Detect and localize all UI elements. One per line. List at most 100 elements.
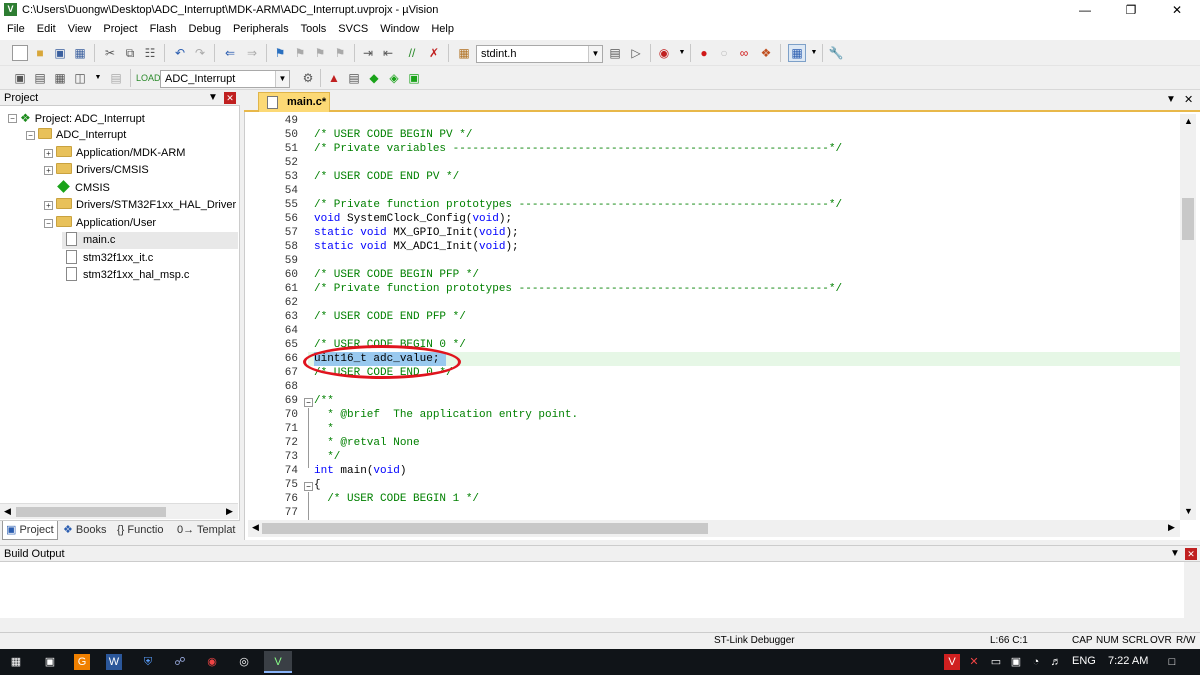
disable-all-breakpoints-icon[interactable]: ∞ [736, 45, 752, 61]
scroll-left-icon[interactable]: ◀ [4, 506, 11, 517]
prev-bookmark-icon[interactable]: ⚑ [292, 45, 308, 61]
copy-icon[interactable]: ⧉ [122, 45, 138, 61]
scroll-up-icon[interactable]: ▲ [1184, 116, 1193, 126]
build-hscrollbar[interactable] [0, 618, 1184, 632]
tray-app-icon[interactable]: ✕ [966, 654, 982, 670]
stop-build-icon[interactable]: ▤ [108, 70, 124, 86]
code-line[interactable]: /* USER CODE END PV */ [314, 170, 459, 184]
collapse-icon[interactable]: − [26, 131, 35, 140]
menu-edit[interactable]: Edit [30, 20, 61, 40]
scroll-left-icon[interactable]: ◀ [252, 522, 259, 533]
chevron-down-icon[interactable]: ▼ [1166, 94, 1176, 105]
menu-window[interactable]: Window [373, 20, 424, 40]
tree-item-file-selected[interactable]: main.c [62, 232, 238, 249]
language-indicator[interactable]: ENG [1072, 655, 1096, 667]
code-line[interactable]: * @brief The application entry point. [314, 408, 578, 422]
chevron-down-icon[interactable]: ▼ [588, 46, 602, 62]
tree-item-folder[interactable]: Application/MDK-ARM [56, 145, 185, 162]
save-all-icon[interactable]: ▦ [72, 45, 88, 61]
incremental-find-icon[interactable]: ▷ [628, 45, 644, 61]
scroll-thumb[interactable] [1182, 198, 1194, 240]
scroll-down-icon[interactable]: ▼ [1184, 506, 1193, 516]
restore-button[interactable]: ❐ [1108, 0, 1154, 20]
collapse-icon[interactable]: − [8, 114, 17, 123]
menu-project[interactable]: Project [96, 20, 142, 40]
tree-item-component[interactable]: CMSIS [56, 180, 110, 197]
code-line[interactable]: /* USER CODE BEGIN 1 */ [314, 492, 479, 506]
chevron-down-icon[interactable]: ▼ [275, 71, 289, 87]
code-line[interactable]: /* USER CODE BEGIN PV */ [314, 128, 472, 142]
collapse-icon[interactable]: − [44, 219, 53, 228]
code-line[interactable]: { [314, 478, 321, 492]
breakpoint-icon[interactable]: ● [696, 45, 712, 61]
fold-icon[interactable]: − [304, 398, 313, 407]
tree-item-folder[interactable]: Drivers/STM32F1xx_HAL_Driver [56, 197, 236, 214]
tab-project[interactable]: ▣ Project [2, 521, 58, 540]
code-line[interactable]: /* USER CODE BEGIN PFP */ [314, 268, 479, 282]
menu-svcs[interactable]: SVCS [331, 20, 373, 40]
kill-breakpoints-icon[interactable]: ❖ [758, 45, 774, 61]
editor-vscrollbar[interactable]: ▲ ▼ [1180, 114, 1196, 520]
code-line[interactable]: static void MX_GPIO_Init(void); [314, 226, 519, 240]
cut-icon[interactable]: ✂ [102, 45, 118, 61]
build-vscrollbar[interactable] [1184, 562, 1200, 632]
debug-session-icon[interactable]: ◉ [656, 45, 672, 61]
undo-icon[interactable]: ↶ [172, 45, 188, 61]
target-combo[interactable]: ADC_Interrupt ▼ [160, 70, 290, 88]
manage-components-icon[interactable]: ▲ [326, 70, 342, 86]
shield-icon[interactable]: ⛨ [140, 654, 156, 670]
clear-bookmarks-icon[interactable]: ⚑ [332, 45, 348, 61]
find-in-files-icon[interactable]: ▦ [456, 45, 472, 61]
bookmark-icon[interactable]: ⚑ [272, 45, 288, 61]
new-file-icon[interactable] [12, 45, 28, 61]
tray-battery-icon[interactable]: ▭ [988, 654, 1004, 670]
tree-item-folder[interactable]: Drivers/CMSIS [56, 162, 149, 179]
open-folder-icon[interactable]: ■ [32, 45, 48, 61]
rebuild-icon[interactable]: ▦ [52, 70, 68, 86]
tab-functions[interactable]: {} Functio [114, 521, 172, 540]
download-icon[interactable]: LOAD [136, 70, 161, 86]
window-layout-icon[interactable]: ▦ [788, 44, 806, 62]
close-icon[interactable]: ✕ [224, 92, 236, 104]
menu-debug[interactable]: Debug [182, 20, 226, 40]
fold-icon[interactable]: − [304, 482, 313, 491]
menu-file[interactable]: File [0, 20, 30, 40]
obs-icon[interactable]: ◎ [236, 654, 252, 670]
expand-icon[interactable]: + [44, 149, 53, 158]
menu-view[interactable]: View [61, 20, 97, 40]
code-line[interactable]: /* Private function prototypes ---------… [314, 198, 842, 212]
batch-build-icon[interactable]: ◫ [72, 70, 88, 86]
pin-icon[interactable]: ▼ [208, 90, 218, 106]
code-line[interactable]: /* Private variables -------------------… [314, 142, 842, 156]
menu-flash[interactable]: Flash [143, 20, 182, 40]
tree-item-file[interactable]: stm32f1xx_hal_msp.c [66, 267, 189, 284]
run-time-environment-icon[interactable]: ◆ [366, 70, 382, 86]
code-line[interactable]: /* Private function prototypes ---------… [314, 282, 842, 296]
translate-icon[interactable]: ▣ [12, 70, 28, 86]
indent-icon[interactable]: ⇥ [360, 45, 376, 61]
wifi-icon[interactable]: ◔ [1028, 654, 1044, 670]
nav-forward-icon[interactable]: ⇒ [244, 45, 260, 61]
tray-v-icon[interactable]: V [944, 654, 960, 670]
disable-breakpoint-icon[interactable]: ○ [716, 45, 732, 61]
project-hscrollbar[interactable]: ◀ ▶ [0, 503, 238, 519]
tray-display-icon[interactable]: ▣ [1008, 654, 1024, 670]
chrome-icon[interactable]: ◉ [204, 654, 220, 670]
tab-templates[interactable]: 0→ Templat [174, 521, 238, 540]
network-app-icon[interactable]: ☍ [172, 654, 188, 670]
scroll-right-icon[interactable]: ▶ [1168, 522, 1175, 533]
file-extensions-icon[interactable]: ▤ [346, 70, 362, 86]
redo-icon[interactable]: ↷ [192, 45, 208, 61]
select-software-packs-icon[interactable]: ◈ [386, 70, 402, 86]
code-line[interactable]: void SystemClock_Config(void); [314, 212, 512, 226]
code-line[interactable]: /* USER CODE END PFP */ [314, 310, 466, 324]
expand-icon[interactable]: + [44, 166, 53, 175]
menu-help[interactable]: Help [424, 20, 459, 40]
nav-back-icon[interactable]: ⇐ [222, 45, 238, 61]
find-icon[interactable]: ▤ [607, 45, 623, 61]
uncomment-icon[interactable]: ✗ [426, 45, 442, 61]
task-view-icon[interactable]: ▣ [42, 654, 58, 670]
paste-icon[interactable]: ☷ [142, 45, 158, 61]
scroll-thumb[interactable] [16, 507, 166, 517]
uvision-taskbar-icon[interactable]: V [264, 651, 292, 673]
